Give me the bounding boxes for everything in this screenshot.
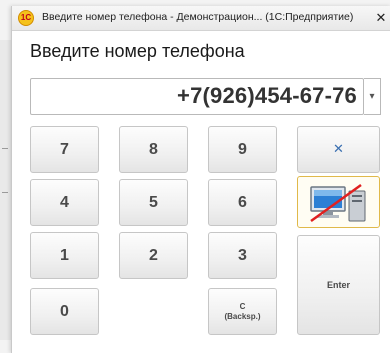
virtual-keyboard-toggle-button[interactable] <box>297 176 380 228</box>
window-title: Введите номер телефона - Демонстрацион..… <box>42 11 354 23</box>
close-icon[interactable]: ✕ <box>374 10 388 26</box>
phone-number-value: +7(926)454-67-76 <box>177 83 357 108</box>
key-9[interactable]: 9 <box>208 126 277 173</box>
phone-number-field[interactable]: +7(926)454-67-76 <box>30 78 364 115</box>
key-label: 1 <box>60 247 69 264</box>
clear-icon: ✕ <box>333 141 344 156</box>
key-label: 8 <box>149 141 158 158</box>
clear-button[interactable]: ✕ <box>297 126 380 173</box>
monitor-disabled-icon <box>310 183 366 223</box>
phone-input-dialog: 1С Введите номер телефона - Демонстрацио… <box>11 6 390 353</box>
phone-dropdown-button[interactable]: ▾ <box>364 78 381 115</box>
background-mark <box>2 148 8 149</box>
backspace-label-line2: (Backsp.) <box>224 312 261 321</box>
key-label: 9 <box>238 141 247 158</box>
title-bar: 1С Введите номер телефона - Демонстрацио… <box>12 6 390 31</box>
key-label: 4 <box>60 194 69 211</box>
key-label: 7 <box>60 141 69 158</box>
backspace-button[interactable]: C (Backsp.) <box>208 288 277 335</box>
key-label: 0 <box>60 303 69 320</box>
key-2[interactable]: 2 <box>119 232 188 279</box>
key-8[interactable]: 8 <box>119 126 188 173</box>
key-1[interactable]: 1 <box>30 232 99 279</box>
background-mark <box>2 192 8 193</box>
dropdown-arrow-icon: ▾ <box>369 91 375 102</box>
key-4[interactable]: 4 <box>30 179 99 226</box>
key-label: 6 <box>238 194 247 211</box>
key-0[interactable]: 0 <box>30 288 99 335</box>
key-3[interactable]: 3 <box>208 232 277 279</box>
key-5[interactable]: 5 <box>119 179 188 226</box>
enter-button[interactable]: Enter <box>297 235 380 335</box>
key-6[interactable]: 6 <box>208 179 277 226</box>
app-logo-icon[interactable]: 1С <box>18 10 34 26</box>
key-label: 2 <box>149 247 158 264</box>
enter-label: Enter <box>326 280 350 290</box>
key-label: 3 <box>238 247 247 264</box>
page-title: Введите номер телефона <box>30 41 245 61</box>
backspace-label-line1: C <box>239 302 246 311</box>
key-label: 5 <box>149 194 158 211</box>
key-7[interactable]: 7 <box>30 126 99 173</box>
